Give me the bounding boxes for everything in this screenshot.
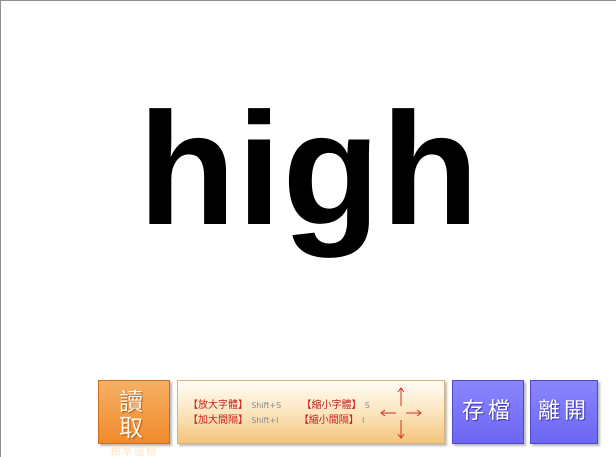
- help-shrink-font: 【縮小字體】: [301, 400, 362, 411]
- help-enlarge-font-key: Shift+S: [251, 401, 282, 410]
- help-decrease-spacing: 【縮小間隔】: [298, 415, 359, 426]
- save-button[interactable]: 存檔: [452, 380, 524, 444]
- display-word: high: [138, 79, 480, 258]
- read-standard-coordinates-button[interactable]: 讀 取 標準座標: [98, 380, 170, 457]
- exit-button[interactable]: 離開: [530, 380, 598, 444]
- read-button-label: 讀 取: [119, 388, 149, 442]
- help-increase-spacing: 【加大間隔】: [188, 415, 248, 426]
- help-shrink-font-key: S: [364, 401, 370, 410]
- help-row-font: 【放大字體】 Shift+S 【縮小字體】 S: [188, 400, 370, 412]
- four-direction-arrows-icon: [380, 387, 422, 439]
- app-window: high 讀 取 標準座標 【放大字體】 Shift+S 【縮小字體】 S 【加…: [0, 0, 616, 457]
- keyboard-help-panel: 【放大字體】 Shift+S 【縮小字體】 S 【加大間隔】 Shift+I 【…: [177, 380, 445, 444]
- help-increase-spacing-key: Shift+I: [251, 416, 279, 425]
- read-button-sublabel: 標準座標: [110, 445, 158, 457]
- help-row-spacing: 【加大間隔】 Shift+I 【縮小間隔】 I: [188, 415, 364, 427]
- help-enlarge-font: 【放大字體】: [188, 400, 248, 411]
- help-decrease-spacing-key: I: [362, 416, 365, 425]
